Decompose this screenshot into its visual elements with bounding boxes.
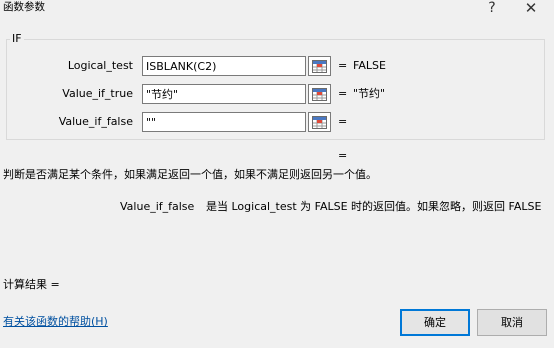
range-selector-icon[interactable] (308, 84, 331, 104)
arg-description-name: Value_if_false (120, 200, 195, 213)
function-result-equals: = (338, 149, 348, 162)
logical-test-result: FALSE (353, 59, 386, 72)
range-selector-icon[interactable] (308, 56, 331, 76)
cancel-button[interactable]: 取消 (477, 309, 547, 336)
arg-description-text: 是当 Logical_test 为 FALSE 时的返回值。如果忽略，则返回 F… (206, 200, 542, 213)
logical-test-input[interactable] (142, 56, 306, 76)
calc-result-label: 计算结果 = (3, 278, 60, 291)
equals-sign: = (338, 59, 348, 72)
function-name: IF (10, 32, 24, 46)
range-selector-icon[interactable] (308, 112, 331, 132)
title-bar: 函数参数 ? ✕ (0, 0, 554, 17)
close-button[interactable]: ✕ (521, 0, 541, 16)
dialog-title: 函数参数 (3, 1, 45, 13)
ok-button[interactable]: 确定 (400, 309, 470, 336)
arg-label-value-if-false: Value_if_false (58, 115, 133, 128)
function-help-link[interactable]: 有关该函数的帮助(H) (3, 315, 108, 329)
arg-label-logical-test: Logical_test (67, 59, 133, 72)
value-if-false-input[interactable] (142, 112, 306, 132)
equals-sign: = (338, 115, 348, 128)
value-if-true-input[interactable] (142, 84, 306, 104)
function-description: 判断是否满足某个条件，如果满足返回一个值，如果不满足则返回另一个值。 (3, 168, 377, 181)
help-button[interactable]: ? (482, 0, 502, 16)
value-if-true-result: "节约" (353, 87, 386, 100)
equals-sign: = (338, 87, 348, 100)
arg-label-value-if-true: Value_if_true (62, 87, 133, 100)
